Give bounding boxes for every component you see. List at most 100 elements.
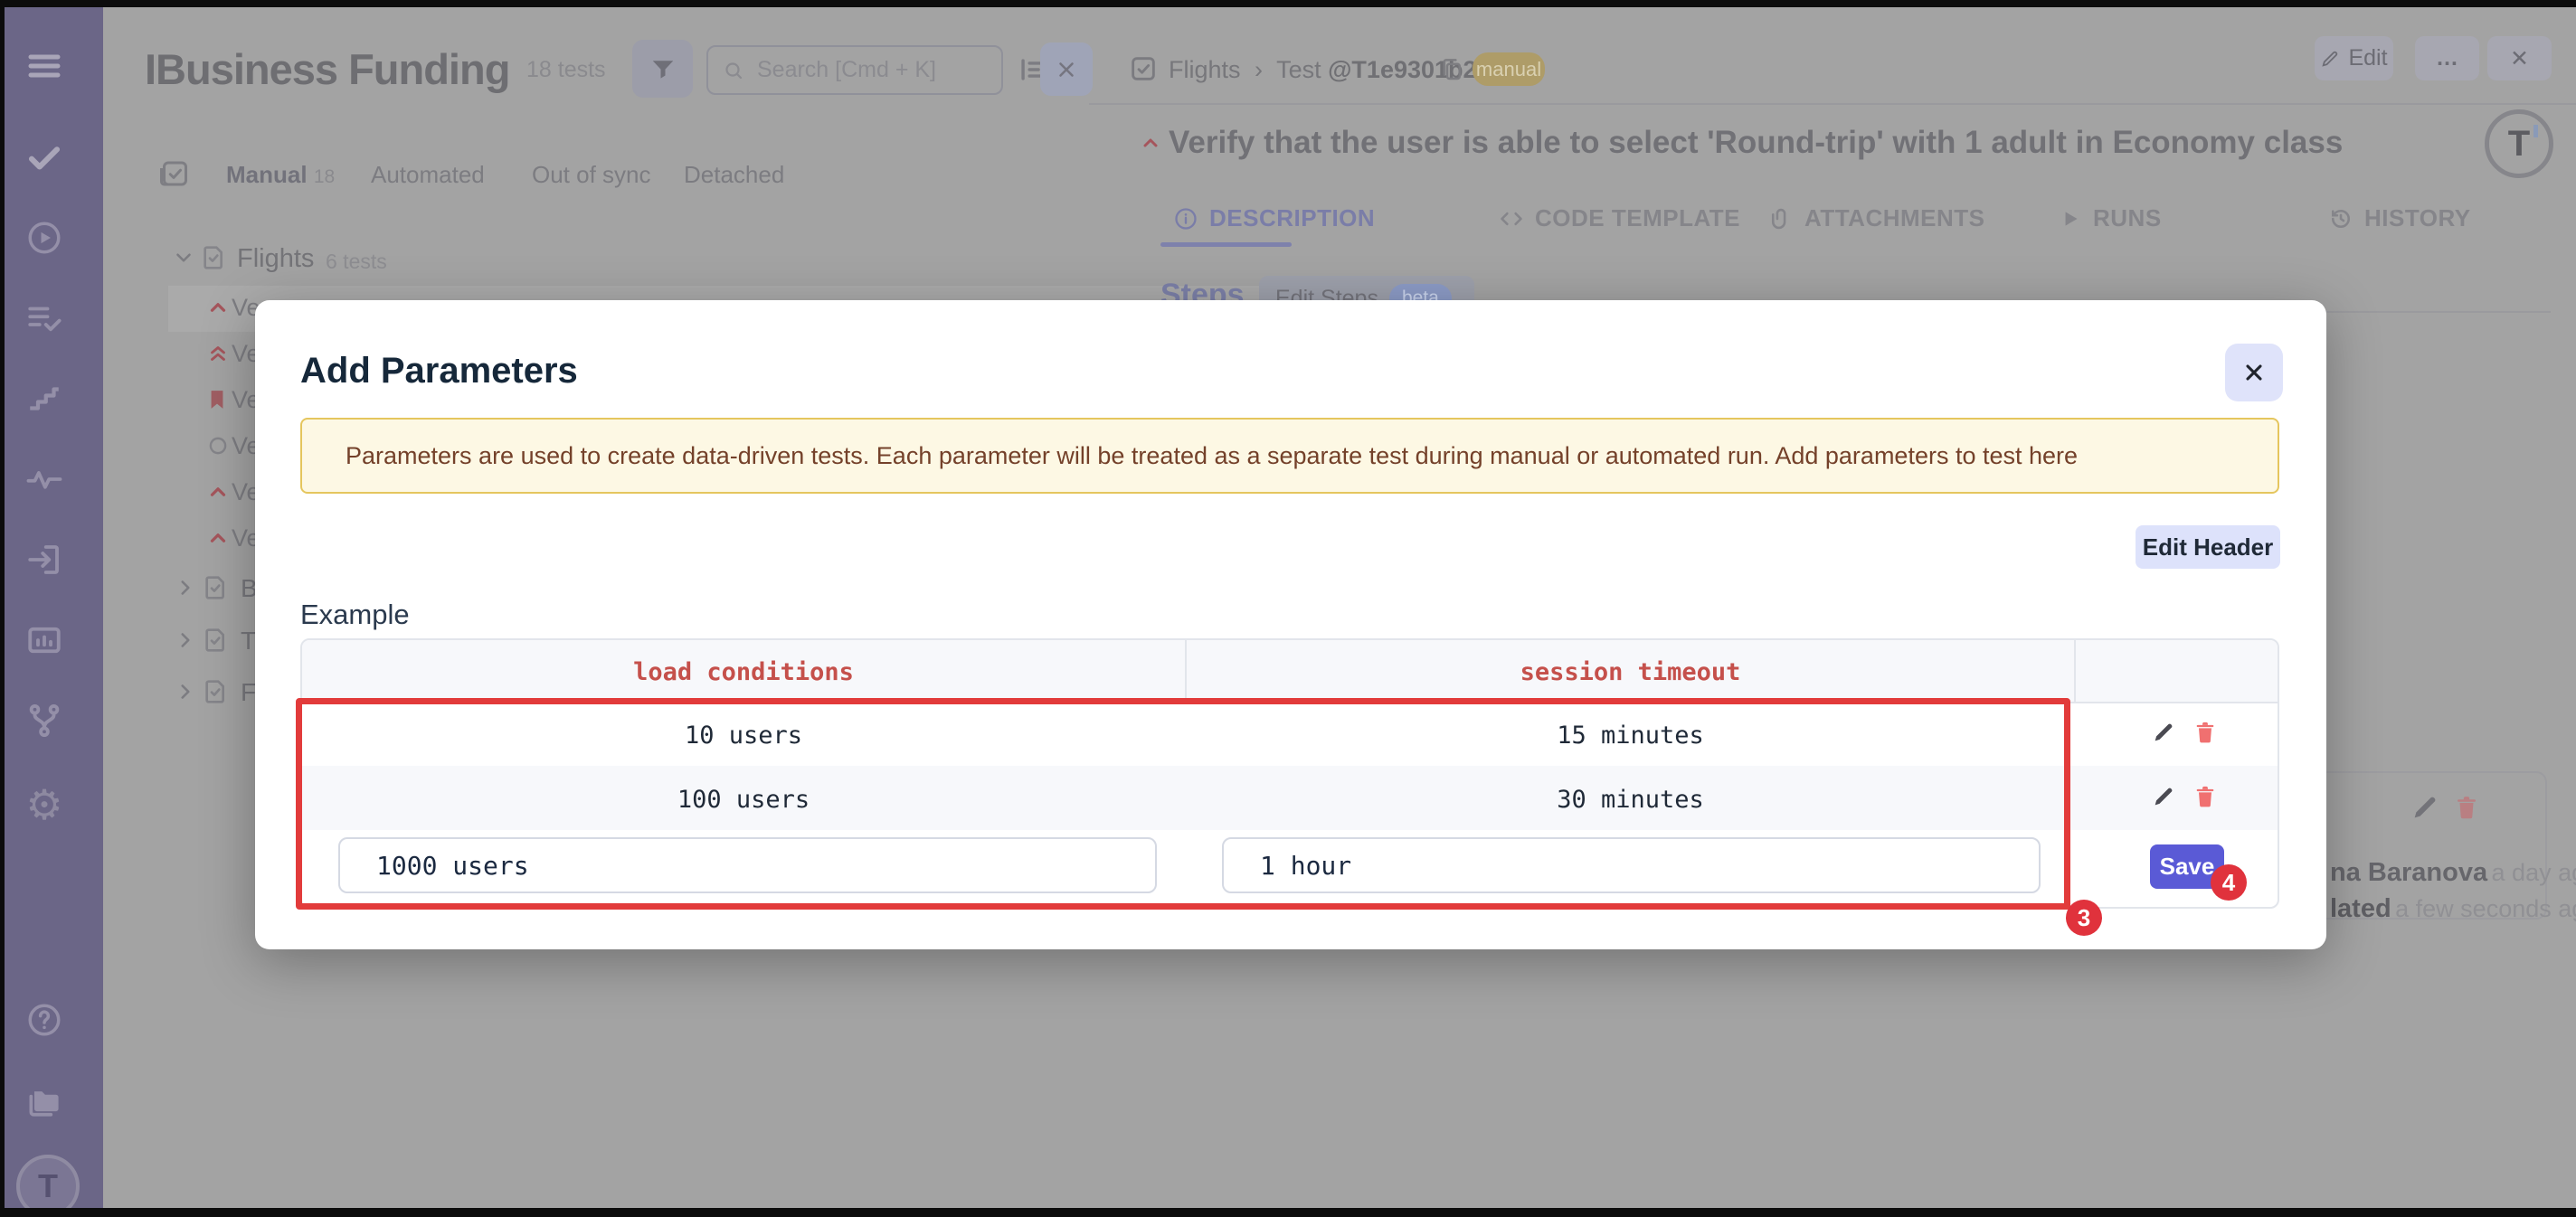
updated-time: a few seconds ago <box>2395 895 2576 922</box>
updated-label: lated <box>2330 894 2391 923</box>
paperclip-icon <box>1768 206 1794 231</box>
collapse-caret-icon[interactable] <box>1140 132 1161 154</box>
funnel-icon <box>649 55 677 82</box>
priority-chevron-up-icon <box>206 480 230 504</box>
tab-out-of-sync[interactable]: Out of sync <box>532 161 651 189</box>
window-top-edge <box>0 0 2576 7</box>
new-row: Save <box>302 830 2279 909</box>
tab-detached[interactable]: Detached <box>684 161 784 189</box>
close-icon <box>2241 360 2267 385</box>
breadcrumb-test: Test <box>1276 56 1321 83</box>
info-banner: Parameters are used to create data-drive… <box>300 418 2279 494</box>
header-divider <box>1089 103 2576 105</box>
bg-trash-icon[interactable] <box>2453 794 2480 821</box>
new-param-input-timeout[interactable] <box>1222 837 2041 893</box>
branches-icon[interactable] <box>24 701 64 741</box>
menu-icon[interactable] <box>24 46 64 86</box>
close-panel-button[interactable]: ✕ <box>2487 36 2552 80</box>
column-header-session-timeout[interactable]: session timeout <box>1187 658 2074 686</box>
import-icon[interactable] <box>24 540 64 580</box>
tests-check-icon[interactable] <box>24 137 64 177</box>
pencil-icon <box>2320 49 2340 69</box>
tests-count: 18 tests <box>526 57 606 83</box>
code-icon <box>1499 206 1524 231</box>
suite-doc-icon <box>201 676 230 707</box>
reports-chart-icon[interactable] <box>24 620 64 660</box>
settings-gear-icon[interactable]: ⚙ <box>24 785 64 825</box>
suite-flights-count: 6 tests <box>326 250 387 274</box>
priority-chevron-up-icon <box>206 296 230 319</box>
tab-attachments[interactable]: ATTACHMENTS <box>1768 204 1985 232</box>
chevron-right-icon[interactable] <box>174 680 197 703</box>
search-placeholder: Search [Cmd + K] <box>757 57 936 83</box>
example-label: Example <box>300 599 410 631</box>
row-edit-icon[interactable] <box>2151 720 2176 745</box>
test-plans-icon[interactable] <box>24 298 64 338</box>
copy-icon[interactable] <box>1438 54 1465 85</box>
search-input[interactable]: Search [Cmd + K] <box>706 45 1003 95</box>
analytics-pulse-icon[interactable] <box>24 459 64 499</box>
row-delete-icon[interactable] <box>2192 720 2218 745</box>
logo-accent <box>2533 125 2538 137</box>
cell-load: 10 users <box>302 722 1185 750</box>
modal-title: Add Parameters <box>300 351 578 392</box>
projects-folders-icon[interactable] <box>24 1082 64 1122</box>
tab-runs[interactable]: RUNS <box>2059 204 2162 232</box>
table-row: 10 users 15 minutes <box>302 702 2279 766</box>
cell-timeout: 30 minutes <box>1187 786 2074 814</box>
author-time: a day ago <box>2492 859 2576 886</box>
more-button[interactable]: … <box>2415 36 2479 80</box>
circle-icon <box>206 434 230 458</box>
suite-doc-icon <box>201 572 230 603</box>
active-tab-underline <box>1160 242 1292 247</box>
sidebar: ⚙ T <box>0 0 103 1217</box>
clear-search-button[interactable] <box>1040 42 1093 96</box>
window-left-edge <box>0 0 5 1217</box>
status-badge: manual <box>1473 52 1545 86</box>
modal-close-button[interactable] <box>2225 344 2283 401</box>
suite-flights-label[interactable]: Flights <box>237 244 314 274</box>
bg-pencil-icon[interactable] <box>2410 792 2440 823</box>
filter-button[interactable] <box>632 40 693 98</box>
breadcrumb-check-icon <box>1128 53 1159 84</box>
tab-history[interactable]: HISTORY <box>2328 204 2471 232</box>
app-logo-letter: T <box>38 1167 58 1205</box>
bookmark-icon <box>204 387 230 412</box>
runs-play-icon[interactable] <box>24 218 64 258</box>
tab-code-template[interactable]: CODE TEMPLATE <box>1499 204 1740 232</box>
bulk-select-icon[interactable] <box>157 157 190 190</box>
tab-manual-count: 18 <box>314 166 335 187</box>
chevron-right-icon[interactable] <box>174 576 197 599</box>
play-icon <box>2059 207 2082 231</box>
testomat-badge-icon[interactable]: T <box>2485 109 2553 178</box>
window-bottom-edge <box>0 1208 2576 1217</box>
edit-button[interactable]: Edit <box>2315 36 2393 80</box>
row-delete-icon[interactable] <box>2192 784 2218 809</box>
chevron-down-icon[interactable] <box>172 246 195 269</box>
table-row: 100 users 30 minutes <box>302 766 2279 830</box>
tab-description[interactable]: DESCRIPTION <box>1173 204 1375 232</box>
breadcrumb-suite[interactable]: Flights <box>1169 56 1241 83</box>
search-icon <box>723 60 744 81</box>
breadcrumb: Flights › Test @T1e9301b2 <box>1169 56 1477 84</box>
parameters-table: load conditions session timeout 10 users… <box>300 638 2279 909</box>
app-window: ⚙ T IBusiness Funding 18 tests Search [C… <box>0 0 2576 1217</box>
steps-stairs-icon[interactable] <box>24 379 64 419</box>
author-line: na Baranova a day ago <box>2330 858 2576 888</box>
tab-manual[interactable]: Manual 18 <box>226 161 335 189</box>
row-edit-icon[interactable] <box>2151 784 2176 809</box>
column-divider <box>2074 640 2076 702</box>
chevron-right-icon[interactable] <box>174 628 197 652</box>
column-header-load-conditions[interactable]: load conditions <box>302 658 1185 686</box>
help-icon[interactable] <box>24 1000 64 1040</box>
edit-header-button[interactable]: Edit Header <box>2136 525 2280 569</box>
test-title: Verify that the user is able to select '… <box>1169 125 2209 161</box>
new-param-input-load[interactable] <box>338 837 1157 893</box>
annotation-step-3: 3 <box>2066 900 2102 936</box>
updated-line: lated a few seconds ago <box>2330 894 2576 924</box>
author-name: na Baranova <box>2330 858 2487 887</box>
bg-divider <box>2326 311 2551 313</box>
info-banner-text: Parameters are used to create data-drive… <box>302 442 2078 470</box>
breadcrumb-separator: › <box>1247 56 1270 83</box>
tab-automated[interactable]: Automated <box>371 161 485 189</box>
